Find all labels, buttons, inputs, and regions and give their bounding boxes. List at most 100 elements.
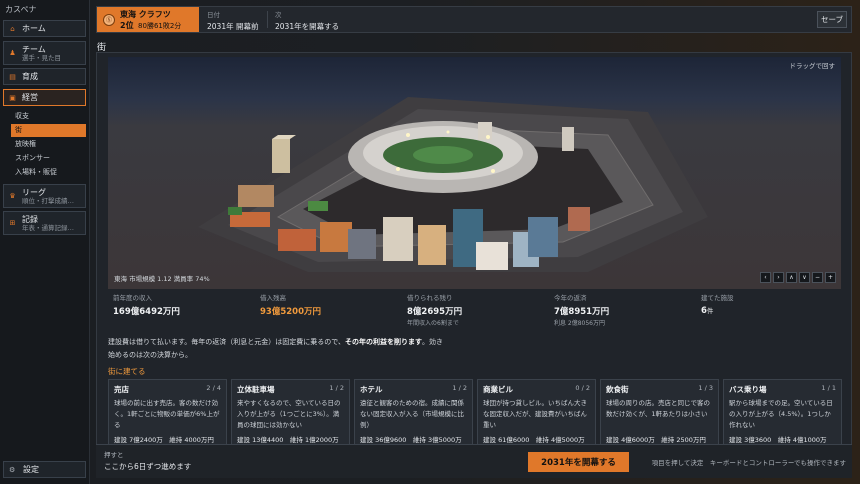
card-name: 立体駐車場 [237,385,275,394]
advance-season-button[interactable]: 2031年を開幕する [528,452,629,472]
rotate-left-button[interactable]: ‹ [760,272,771,283]
sidebar-item-sub: 順位・打撃成績… [22,196,74,205]
card-count: 1 / 1 [821,384,836,392]
facility-card-bus[interactable]: バス乗り場 1 / 1 駅から球場までの足。空いている日の入りが上がる（4.5%）… [723,379,842,449]
card-count: 1 / 2 [452,384,467,392]
facility-card-commercial[interactable]: 商業ビル 0 / 2 球団が持つ貸しビル。いちばん大きな固定収入だが、建設費がいち… [477,379,596,449]
footer-hint: 項目を押して決定 キーボードとコントローラーでも操作できます [651,459,846,467]
tilt-down-button[interactable]: ∨ [799,272,810,283]
subnav-town[interactable]: 街 [11,124,86,137]
sidebar-item-sub: 選手・見た目 [22,53,61,62]
card-name: ホテル [360,385,383,394]
town-render [198,97,708,272]
facility-card-shop[interactable]: 売店 2 / 4 球場の前に出す売店。客の数だけ効く。1軒ごとに物販の単価が6%上… [108,379,227,449]
card-count: 2 / 4 [206,384,221,392]
sidebar-item-label: 経営 [22,93,38,102]
card-upkeep: 維持 4000万円 [169,436,214,444]
top-bar: Ⓢ 東海 クラフツ 2位 80勝61敗2分 日付 2031年 開幕前 次 203… [96,6,852,33]
grid-icon: ⊞ [9,219,16,227]
sidebar-item-label: チーム [22,44,46,54]
card-desc: 駅から球場までの足。空いている日の入りが上がる（4.5%）。1つしか作れない [729,399,833,429]
card-upkeep: 維持 4億1000万 [777,436,827,444]
stat-income: 前年度の収入 169億6492万円 [113,292,180,317]
subnav-sponsor[interactable]: スポンサー [11,152,86,165]
team-icon: ♟ [9,49,16,57]
card-desc: 来やすくなるので、空いている日の入りが上がる（1つごとに3%）。満員の球団には効… [237,399,341,429]
zoom-in-button[interactable]: + [825,272,836,283]
facility-card-dining[interactable]: 飲食街 1 / 3 球場の周りの店。売店と同じで客の数だけ効くが、1軒あたりは小さ… [600,379,719,449]
footer-label: 押すと [104,451,124,459]
next-value: 2031年を開幕する [275,22,340,31]
stat-label: 今年の返済 [554,294,587,302]
facility-card-parking[interactable]: 立体駐車場 1 / 2 来やすくなるので、空いている日の入りが上がる（1つごとに3… [231,379,350,449]
settings-button[interactable]: ⚙ 設定 [3,461,86,478]
stat-debt: 借入残高 93億5200万円 [260,292,321,317]
stat-label: 建てた施設 [701,294,734,302]
card-name: 売店 [114,385,129,394]
card-count: 0 / 2 [575,384,590,392]
card-desc: 遠征と観客のための宿。成績に関係ない固定収入が入る（市場規模に比例） [360,399,464,429]
divider [267,11,268,28]
card-upkeep: 維持 4億5000万 [535,436,585,444]
sidebar-item-label: ホーム [22,24,46,33]
card-count: 1 / 2 [329,384,344,392]
stat-label: 前年度の収入 [113,294,152,302]
stat-label: 借りられる残り [407,294,453,302]
card-count: 1 / 3 [698,384,713,392]
camera-controls: ‹ › ∧ ∨ − + [760,272,836,283]
desc-line2: 始めるのは次の決算から。 [108,351,192,359]
app-title: カスペナ [5,5,37,14]
team-logo: Ⓢ [103,13,115,26]
facility-card-hotel[interactable]: ホテル 1 / 2 遠征と観客のための宿。成績に関係ない固定収入が入る（市場規模に… [354,379,473,449]
sidebar-item-management[interactable]: ▣ 経営 [3,89,86,106]
date-block: 日付 2031年 開幕前 [207,9,258,32]
scene-info: 東海 市場規模 1.12 満員率 74% [114,275,210,283]
card-upkeep: 維持 1億2000万 [289,436,339,444]
zoom-out-button[interactable]: − [812,272,823,283]
sidebar-item-team[interactable]: ♟ チーム 選手・見た目 [3,41,86,65]
trophy-icon: ♛ [9,192,16,200]
card-cost: 建設 36億9600 [360,436,407,444]
sidebar-item-records[interactable]: ⊞ 記録 年表・通算記録… [3,211,86,235]
card-cost: 建設 3億3600 [729,436,772,444]
stat-value: 93億5200万円 [260,307,321,317]
team-record: 80勝61敗2分 [138,21,182,30]
stat-repayment: 今年の返済 7億8951万円 利息 2億8056万円 [554,292,609,327]
team-name: 東海 クラフツ [120,9,171,19]
card-name: 飲食街 [606,385,629,394]
desc-bold: その年の利益を削ります [345,338,423,346]
card-cost: 建設 13億4400 [237,436,284,444]
sidebar-item-league[interactable]: ♛ リーグ 順位・打撃成績… [3,184,86,208]
settings-label: 設定 [23,465,39,474]
footer-text: ここから6日ずつ進めます [104,462,192,471]
gear-icon: ⚙ [9,465,16,474]
town-3d-view[interactable]: ドラッグで回す 東海 市場規模 1.12 満員率 74% ‹ › ∧ ∨ − + [108,57,841,289]
date-label: 日付 [207,11,220,19]
desc-line1-end: 。効き [422,338,444,346]
save-button[interactable]: セーブ [817,11,847,28]
card-cost: 建設 61億6000 [483,436,530,444]
sidebar-item-home[interactable]: ⌂ ホーム [3,20,86,37]
rotate-right-button[interactable]: › [773,272,784,283]
tilt-up-button[interactable]: ∧ [786,272,797,283]
sidebar-item-training[interactable]: ▤ 育成 [3,68,86,85]
card-upkeep: 維持 3億5000万 [412,436,462,444]
stat-unit: 件 [706,307,714,315]
stat-note: 年間収入の6割まで [407,320,459,327]
subnav-finance[interactable]: 収支 [11,110,86,123]
building-icon: ▣ [9,93,16,102]
sidebar: カスペナ ⌂ ホーム ♟ チーム 選手・見た目 ▤ 育成 ▣ 経営 収支 街 放… [0,0,90,484]
next-block: 次 2031年を開幕する [275,9,339,32]
team-card[interactable]: Ⓢ 東海 クラフツ 2位 80勝61敗2分 [97,7,199,32]
subnav-tickets[interactable]: 入場料・販促 [11,166,86,179]
card-name: バス乗り場 [729,385,767,394]
card-upkeep: 維持 2500万円 [661,436,706,444]
subnav-broadcast[interactable]: 放映権 [11,138,86,151]
stat-borrowable: 借りられる残り 8億2695万円 年間収入の6割まで [407,292,462,327]
next-label: 次 [275,11,282,19]
team-rank: 2位 [120,20,134,30]
description: 建設費は借りて払います。毎年の返済（利息と元金）は固定費に乗るので、その年の利益… [108,336,833,362]
sidebar-item-label: リーグ [22,187,46,197]
home-icon: ⌂ [10,24,15,33]
sidebar-item-sub: 年表・通算記録… [22,223,74,232]
